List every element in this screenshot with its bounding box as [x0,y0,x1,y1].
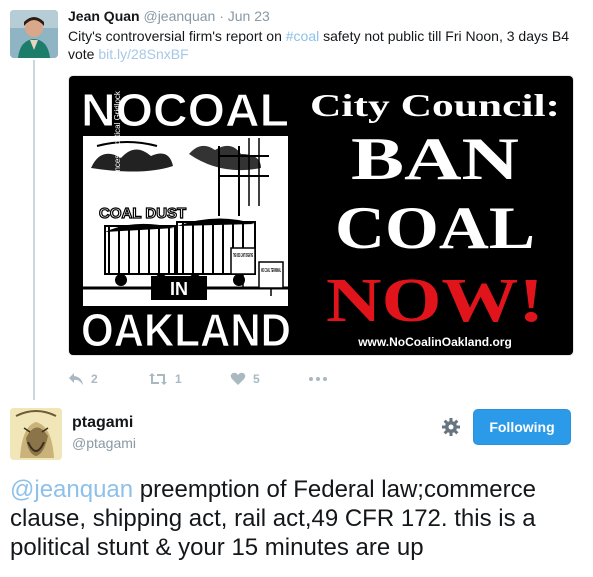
separator: · [219,8,224,24]
tweet-text: @jeanquan preemption of Federal law;comm… [10,475,588,562]
author-handle[interactable]: @jeanquan [143,8,215,24]
hashtag-link[interactable]: #coal [286,28,319,44]
poster-city-council: City Council: [310,87,560,123]
tweet-media-image[interactable]: NOCOAL COAL DUST THE KIDS CAN'T BREATHE … [68,75,574,356]
retweet-count: 1 [175,372,182,386]
poster-now: NOW! [326,267,544,335]
poster-coal-dust: COAL DUST [99,205,186,222]
poster-in: IN [170,279,188,299]
like-count: 5 [253,372,260,386]
avatar[interactable] [10,10,58,58]
tweet-text: City's controversial firm's report on #c… [68,27,578,63]
poster-coal: COAL [335,195,535,261]
poster-oakland: OAKLAND [81,304,291,356]
retweet-icon [149,373,167,385]
tweet-header: Jean Quan @jeanquan · Jun 23 [68,8,270,24]
author-name[interactable]: ptagami [72,414,133,432]
sign-no-coal-terminal: NO COAL TERMINAL [261,268,281,274]
gear-icon [442,418,460,436]
more-dots-icon [309,377,327,381]
author-name[interactable]: Jean Quan [68,8,140,24]
poster-website: www.NoCoalinOakland.org [357,335,512,349]
sign-kids-cant-breathe: THE KIDS CAN'T BREATHE [233,253,253,259]
retweet-button[interactable]: 1 [148,370,182,388]
url-link[interactable]: bit.ly/28SnxBF [98,46,188,62]
timestamp[interactable]: Jun 23 [228,8,270,24]
reply-count: 2 [91,372,98,386]
artist-credit: Jos Sances, Political Gridlock [113,90,122,196]
poster-ban: BAN [351,126,519,192]
tweet-jeanquan: Jean Quan @jeanquan · Jun 23 City's cont… [0,0,593,400]
author-handle[interactable]: @ptagami [72,435,136,451]
reply-button[interactable]: 2 [68,370,98,388]
reply-icon [69,373,83,385]
tweet-actions: 2 1 5 [68,370,368,388]
heart-icon [230,372,246,385]
user-actions-gear-button[interactable] [441,417,461,437]
tweet-ptagami: ptagami @ptagami Following @jeanquan pre… [0,400,593,577]
avatar[interactable] [10,408,62,460]
mention-link[interactable]: @jeanquan [10,476,133,503]
like-button[interactable]: 5 [230,370,260,388]
following-button[interactable]: Following [473,409,571,445]
tweet-text-part: City's controversial firm's report on [68,28,286,44]
more-button[interactable] [308,370,335,388]
